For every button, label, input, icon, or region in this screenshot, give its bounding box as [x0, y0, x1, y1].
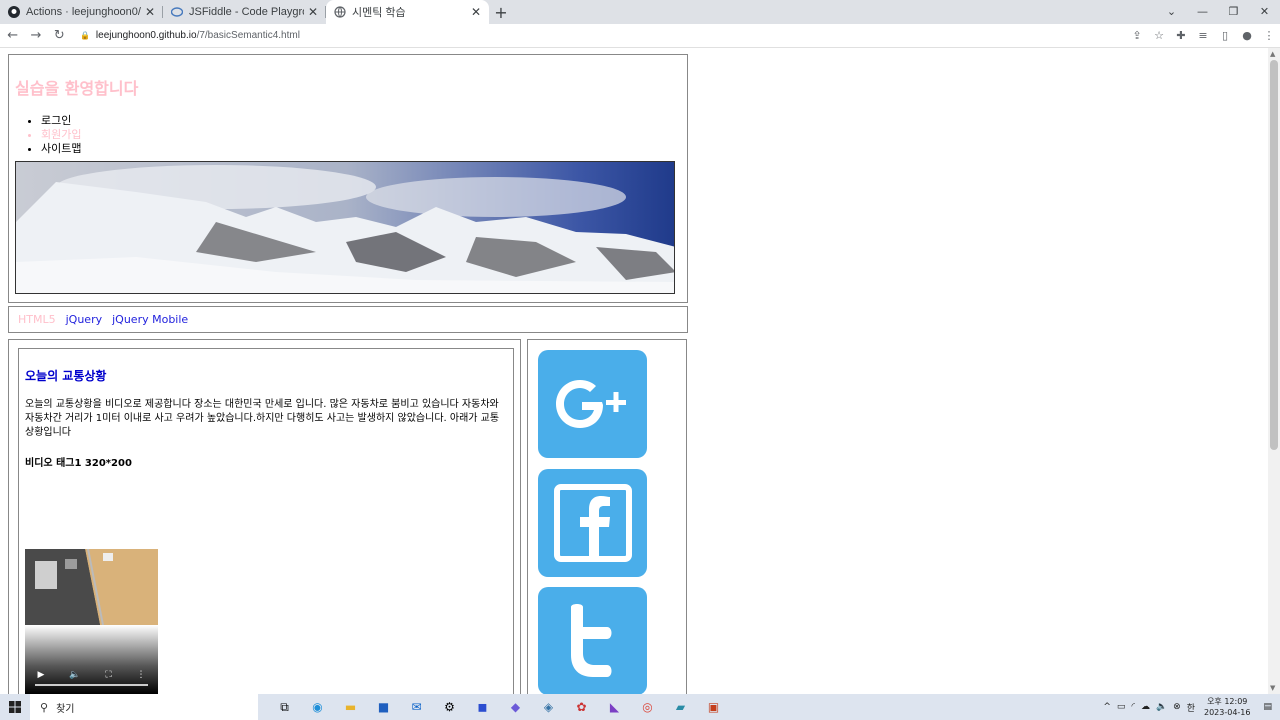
ime-icon[interactable]: 한 — [1187, 701, 1195, 714]
toolbar-actions: ⇪ ☆ ✚ ≡ ▯ ● ⋮ — [1126, 26, 1280, 46]
share-icon[interactable]: ⇪ — [1126, 26, 1148, 46]
app-icon-blue[interactable]: ◼ — [466, 694, 499, 720]
play-icon[interactable]: ▶ — [37, 670, 44, 680]
page-scrollbar[interactable]: ▲ ▼ — [1268, 48, 1280, 694]
nav-link-jquery[interactable]: jQuery — [66, 313, 103, 326]
menu-item-signup[interactable]: 회원가입 — [41, 128, 681, 142]
tab-jsfiddle[interactable]: JSFiddle - Code Playground ✕ — [163, 0, 326, 24]
window-controls: ⌄ — ❐ ✕ — [1156, 0, 1280, 24]
minimize-button[interactable]: — — [1187, 0, 1218, 22]
nav-link-jquery-mobile[interactable]: jQuery Mobile — [112, 313, 188, 326]
facebook-icon[interactable] — [538, 469, 647, 577]
forward-button[interactable]: → — [25, 25, 46, 47]
app-icon-purple[interactable]: ◆ — [499, 694, 532, 720]
notepad-icon[interactable]: ▰ — [664, 694, 697, 720]
menu-item-sitemap[interactable]: 사이트맵 — [41, 142, 681, 156]
site-nav: HTML5 jQuery jQuery Mobile — [8, 306, 688, 333]
tab-title: 시멘틱 학습 — [352, 7, 406, 19]
file-explorer-icon[interactable]: ▬ — [334, 694, 367, 720]
battery-icon[interactable]: ▭ — [1117, 702, 1126, 712]
taskbar-clock[interactable]: 오후 12:09 2023-04-16 — [1204, 696, 1251, 718]
twitter-icon[interactable] — [538, 587, 647, 694]
page-title: 실습을 환영합니다 — [15, 79, 139, 98]
powerpoint-icon[interactable]: ▣ — [697, 694, 730, 720]
settings-icon[interactable]: ⚙ — [433, 694, 466, 720]
new-tab-button[interactable]: + — [489, 0, 513, 24]
mail-icon[interactable]: ✉ — [400, 694, 433, 720]
video-progress-bar[interactable] — [35, 684, 148, 686]
tab-title: Actions · leejunghoon0/leejunghoon0.gith… — [26, 6, 141, 18]
clock-time: 오후 12:09 — [1207, 697, 1248, 706]
search-placeholder: 찾기 — [56, 703, 75, 715]
scroll-down-icon[interactable]: ▼ — [1270, 684, 1275, 692]
app-icon-gear[interactable]: ✿ — [565, 694, 598, 720]
url-path: /7/basicSemantic4.html — [196, 30, 300, 41]
system-tray: ^ ▭ ◜ ☁ 🔈 ⊗ 한 오후 12:09 2023-04-16 ▤ — [1100, 694, 1280, 720]
social-sidebar — [527, 339, 687, 694]
network-icon[interactable]: ◜ — [1131, 702, 1135, 712]
app-icon-python[interactable]: ◈ — [532, 694, 565, 720]
restore-button[interactable]: ❐ — [1218, 0, 1249, 22]
video-controls: ▶ 🔈 ⛶ ⋮ — [25, 670, 158, 680]
site-header: 실습을 환영합니다 로그인 회원가입 사이트맵 — [8, 54, 688, 303]
store-icon[interactable]: ■ — [367, 694, 400, 720]
reading-list-icon[interactable]: ≡ — [1192, 26, 1214, 46]
close-icon[interactable]: ✕ — [471, 5, 481, 19]
scroll-up-icon[interactable]: ▲ — [1270, 50, 1275, 58]
main-section: 오늘의 교통상황 오늘의 교통상황을 비디오로 제공합니다 장소는 대한민국 만… — [8, 339, 521, 694]
visual-studio-icon[interactable]: ◣ — [598, 694, 631, 720]
task-view-icon[interactable]: ⧉ — [268, 694, 301, 720]
jsfiddle-icon — [171, 6, 183, 18]
windows-taskbar: ⚲ 찾기 ⧉ ◉ ▬ ■ ✉ ⚙ ◼ ◆ ◈ ✿ ◣ ◎ ▰ ▣ ^ ▭ ◜ ☁… — [0, 694, 1280, 720]
notification-icon[interactable]: ▤ — [1263, 702, 1272, 712]
address-bar[interactable]: 🔒 leejunghoon0.github.io/7/basicSemantic… — [80, 26, 1126, 46]
menu-item-login[interactable]: 로그인 — [41, 114, 681, 128]
chrome-icon[interactable]: ◎ — [631, 694, 664, 720]
tab-title: JSFiddle - Code Playground — [189, 6, 304, 18]
fullscreen-icon[interactable]: ⛶ — [105, 670, 111, 680]
star-icon[interactable]: ☆ — [1148, 26, 1170, 46]
globe-icon — [334, 6, 346, 18]
extensions-icon[interactable]: ✚ — [1170, 26, 1192, 46]
more-icon[interactable]: ⋮ — [137, 670, 146, 680]
reload-button[interactable]: ↻ — [49, 25, 70, 47]
chevron-down-icon[interactable]: ⌄ — [1156, 0, 1187, 22]
browser-tabstrip: Actions · leejunghoon0/leejunghoon0.gith… — [0, 0, 1280, 24]
speaker-icon[interactable]: 🔈 — [1156, 702, 1167, 712]
search-icon: ⚲ — [40, 700, 49, 714]
traffic-video[interactable]: ▶ 🔈 ⛶ ⋮ — [25, 549, 158, 694]
lock-icon: 🔒 — [79, 31, 90, 40]
close-icon[interactable]: ✕ — [145, 5, 155, 19]
back-button[interactable]: ← — [2, 25, 23, 47]
clock-date: 2023-04-16 — [1203, 708, 1251, 717]
nav-link-html5[interactable]: HTML5 — [18, 313, 56, 326]
chevron-up-icon[interactable]: ^ — [1103, 702, 1111, 712]
page-viewport: 실습을 환영합니다 로그인 회원가입 사이트맵 — [0, 48, 1268, 694]
url-host: leejunghoon0.github.io — [95, 30, 197, 41]
cloud-icon[interactable]: ☁ — [1141, 702, 1150, 712]
tab-github-actions[interactable]: Actions · leejunghoon0/leejunghoon0.gith… — [0, 0, 163, 24]
scrollbar-thumb[interactable] — [1270, 60, 1278, 450]
close-window-button[interactable]: ✕ — [1249, 0, 1280, 22]
taskbar-search[interactable]: ⚲ 찾기 — [30, 694, 258, 720]
mountain-banner-image — [15, 161, 675, 294]
close-circle-icon[interactable]: ⊗ — [1173, 702, 1181, 712]
tab-semantic[interactable]: 시멘틱 학습 ✕ — [326, 0, 489, 24]
video-label: 비디오 태그1 320*200 — [25, 458, 132, 469]
taskbar-apps: ⧉ ◉ ▬ ■ ✉ ⚙ ◼ ◆ ◈ ✿ ◣ ◎ ▰ ▣ — [268, 694, 730, 720]
article-body: 오늘의 교통상황을 비디오로 제공합니다 장소는 대한민국 만세로 입니다. 많… — [25, 399, 500, 438]
profile-icon[interactable]: ● — [1236, 26, 1258, 46]
menu-icon[interactable]: ⋮ — [1258, 26, 1280, 46]
google-plus-icon[interactable] — [538, 350, 647, 458]
close-icon[interactable]: ✕ — [308, 5, 318, 19]
side-panel-icon[interactable]: ▯ — [1214, 26, 1236, 46]
article-heading: 오늘의 교통상황 — [25, 369, 107, 383]
volume-icon[interactable]: 🔈 — [69, 670, 80, 680]
github-icon — [8, 6, 20, 18]
windows-start-button[interactable] — [0, 694, 30, 720]
header-menu: 로그인 회원가입 사이트맵 — [41, 114, 681, 156]
browser-toolbar: ← → ↻ 🔒 leejunghoon0.github.io/7/basicSe… — [0, 24, 1280, 48]
edge-icon[interactable]: ◉ — [301, 694, 334, 720]
traffic-article: 오늘의 교통상황 오늘의 교통상황을 비디오로 제공합니다 장소는 대한민국 만… — [18, 348, 514, 694]
